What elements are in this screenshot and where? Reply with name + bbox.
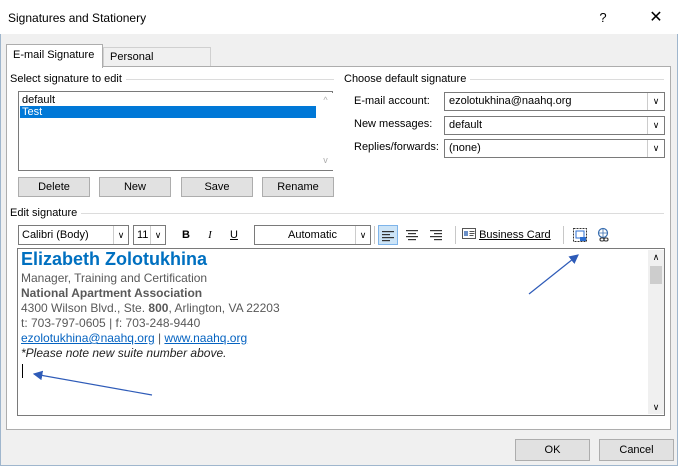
tab-email-signature[interactable]: E-mail Signature [6,44,103,68]
cancel-button[interactable]: Cancel [599,439,674,461]
tab-email-signature-label: E-mail Signature [13,49,95,61]
arrow-to-cursor [32,370,153,396]
arrow-to-insert-picture [528,254,579,295]
annotation-arrows [32,254,579,396]
ok-button[interactable]: OK [515,439,590,461]
